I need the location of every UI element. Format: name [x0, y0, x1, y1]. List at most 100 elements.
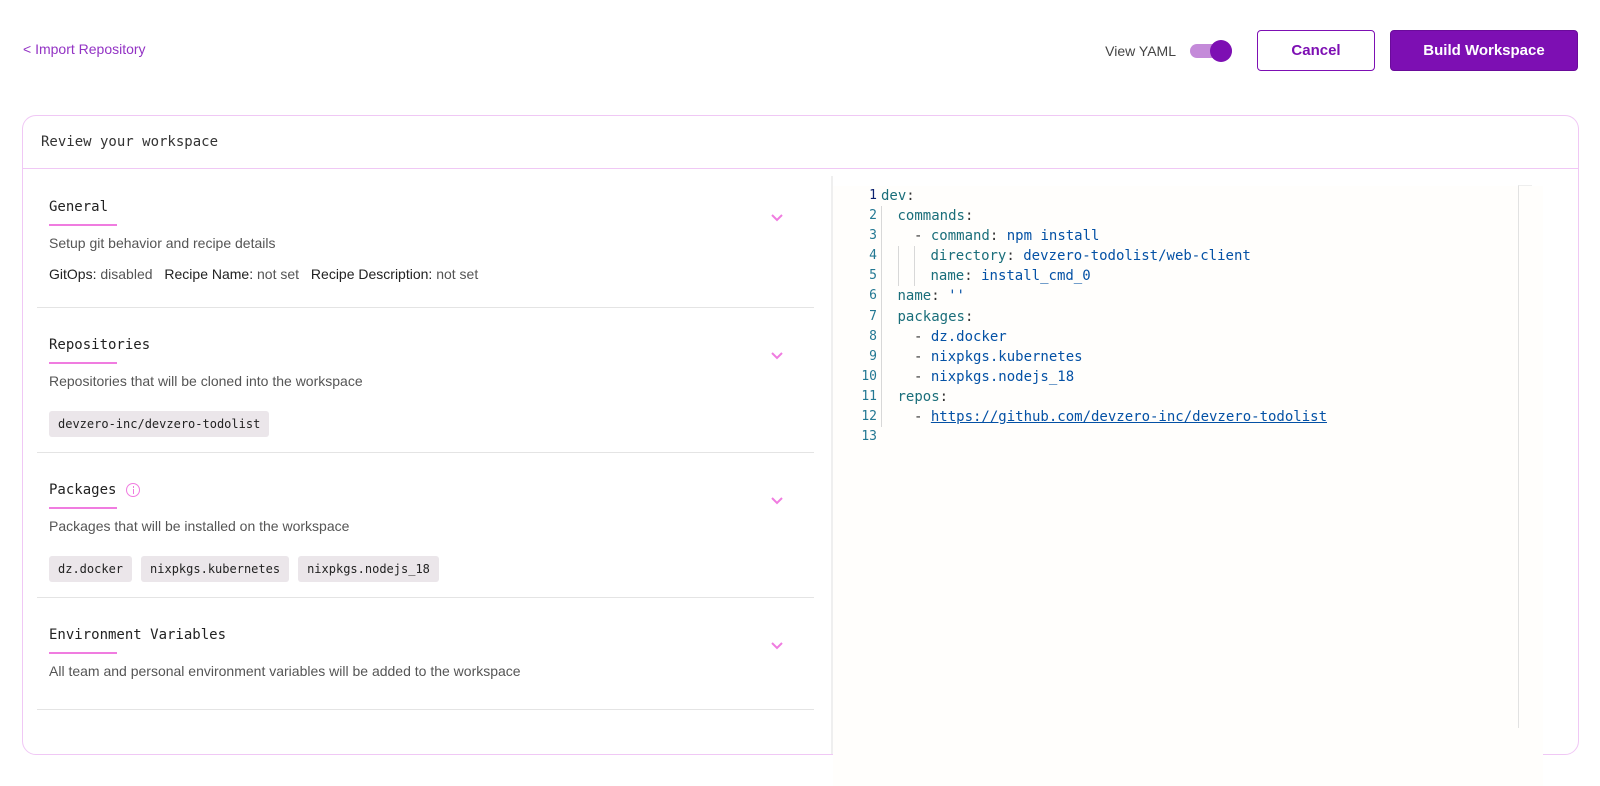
- card-title: Review your workspace: [41, 134, 219, 150]
- indent-guide: [881, 286, 882, 307]
- section-title: Packages: [49, 482, 117, 498]
- section-description: Setup git behavior and recipe details: [49, 235, 276, 251]
- indent-guide: [897, 266, 899, 287]
- section-title: Environment Variables: [49, 627, 227, 643]
- indent-guide: [897, 246, 899, 267]
- code-text: repos:: [897, 388, 949, 405]
- code-line: 6 name: '': [833, 286, 1543, 307]
- section-description: All team and personal environment variab…: [49, 663, 521, 679]
- recipe-name-label: Recipe Name:: [164, 266, 254, 282]
- code-line: 8 - dz.docker: [833, 326, 1543, 347]
- repo-url-link[interactable]: https://github.com/devzero-inc/devzero-t…: [931, 409, 1327, 425]
- section-environment-variables: Environment Variables All team and perso…: [37, 598, 814, 710]
- editor-scrollbar[interactable]: [1518, 185, 1532, 728]
- indent-guide: [881, 266, 882, 287]
- line-number: 12: [861, 409, 877, 425]
- view-yaml-label: View YAML: [1105, 42, 1176, 59]
- title-underline: [49, 362, 117, 364]
- recipe-description-label: Recipe Description:: [310, 266, 433, 282]
- package-chip: nixpkgs.kubernetes: [141, 556, 290, 582]
- chevron-down-icon[interactable]: [770, 496, 784, 506]
- code-line: 10 - nixpkgs.nodejs_18: [833, 366, 1543, 387]
- code-line: 9 - nixpkgs.kubernetes: [833, 346, 1543, 367]
- info-icon[interactable]: [126, 483, 141, 497]
- code-text: - nixpkgs.kubernetes: [914, 348, 1083, 365]
- indent-guide: [881, 206, 882, 227]
- line-number: 10: [861, 368, 877, 384]
- indent-guide: [881, 386, 882, 408]
- indent-guide: [914, 246, 915, 267]
- indent-guide: [881, 326, 882, 347]
- line-number: 11: [861, 388, 877, 404]
- top-bar: < Import Repository View YAML Cancel Bui…: [0, 0, 1600, 100]
- build-workspace-button[interactable]: Build Workspace: [1390, 30, 1578, 71]
- code-text: commands:: [897, 208, 974, 225]
- section-description: Repositories that will be cloned into th…: [49, 373, 363, 389]
- code-line: 12 - https://github.com/devzero-inc/devze…: [833, 407, 1543, 428]
- line-number: 8: [869, 328, 877, 344]
- indent-guide: [881, 366, 882, 387]
- indent-guide: [881, 226, 882, 247]
- toggle-knob: [1210, 39, 1232, 62]
- sections-pane: General Setup git behavior and recipe de…: [37, 170, 814, 754]
- package-chip: dz.docker: [49, 556, 133, 582]
- recipe-description-value: not set: [436, 266, 479, 282]
- chevron-down-icon[interactable]: [770, 641, 784, 651]
- code-text: - dz.docker: [914, 328, 1007, 345]
- recipe-name-value: not set: [257, 266, 300, 282]
- indent-guide: [881, 306, 882, 327]
- section-title: General: [49, 199, 109, 215]
- code-text: packages:: [897, 308, 974, 325]
- code-text: - https://github.com/devzero-inc/devzero…: [914, 409, 1328, 426]
- section-title-row: Packages: [49, 482, 141, 498]
- code-text: name: install_cmd_0: [930, 268, 1091, 285]
- code-text: - command: npm install: [914, 228, 1100, 245]
- section-description: Packages that will be installed on the w…: [49, 518, 350, 534]
- code-line: 13: [833, 427, 1543, 447]
- code-text: - nixpkgs.nodejs_18: [914, 368, 1075, 385]
- chevron-down-icon[interactable]: [770, 351, 784, 361]
- section-title: Repositories: [49, 337, 151, 353]
- title-underline: [49, 507, 117, 509]
- line-number: 1: [869, 188, 877, 203]
- section-packages: Packages Packages that will be installed…: [37, 453, 814, 598]
- chevron-down-icon[interactable]: [770, 213, 784, 223]
- section-general: General Setup git behavior and recipe de…: [37, 170, 814, 308]
- line-number: 4: [869, 248, 877, 264]
- repository-chips: devzero-inc/devzero-todolist: [49, 411, 814, 437]
- general-meta: GitOps: disabled Recipe Name: not set Re…: [49, 266, 814, 282]
- package-chip: nixpkgs.nodejs_18: [298, 556, 439, 582]
- code-line: 4 directory: devzero-todolist/web-client: [833, 246, 1543, 267]
- indent-guide: [881, 346, 882, 367]
- repository-chip: devzero-inc/devzero-todolist: [49, 411, 270, 437]
- code-line: 11 repos:: [833, 386, 1543, 408]
- code-text: directory: devzero-todolist/web-client: [930, 248, 1251, 265]
- code-line: 7 packages:: [833, 306, 1543, 327]
- card-header: Review your workspace: [23, 116, 1578, 169]
- code-line: 5 name: install_cmd_0: [833, 266, 1543, 287]
- line-number: 5: [869, 268, 877, 284]
- title-underline: [49, 652, 117, 654]
- line-number: 9: [869, 348, 877, 364]
- package-chips: dz.docker nixpkgs.kubernetes nixpkgs.nod…: [49, 556, 814, 582]
- indent-guide: [881, 407, 882, 428]
- line-number: 3: [869, 228, 877, 244]
- line-number: 2: [869, 208, 877, 224]
- view-yaml-toggle[interactable]: [1190, 39, 1232, 62]
- cancel-button[interactable]: Cancel: [1257, 30, 1375, 71]
- header-actions: View YAML Cancel Build Workspace: [1105, 30, 1578, 71]
- line-number: 13: [861, 429, 877, 445]
- code-text: name: '': [897, 288, 965, 305]
- code-line: 2 commands:: [833, 206, 1543, 227]
- line-number: 6: [869, 288, 877, 304]
- indent-guide: [881, 246, 882, 267]
- yaml-editor[interactable]: 1 dev: 2 commands: 3 - command: npm install 4 d…: [833, 186, 1543, 786]
- back-to-import-repository-link[interactable]: < Import Repository: [23, 41, 146, 57]
- code-text: dev:: [881, 188, 915, 204]
- gitops-value: disabled: [100, 266, 153, 282]
- code-line: 1 dev:: [833, 186, 1543, 206]
- gitops-label: GitOps:: [49, 266, 97, 282]
- indent-guide: [914, 266, 915, 287]
- title-underline: [49, 224, 117, 226]
- line-number: 7: [869, 308, 877, 324]
